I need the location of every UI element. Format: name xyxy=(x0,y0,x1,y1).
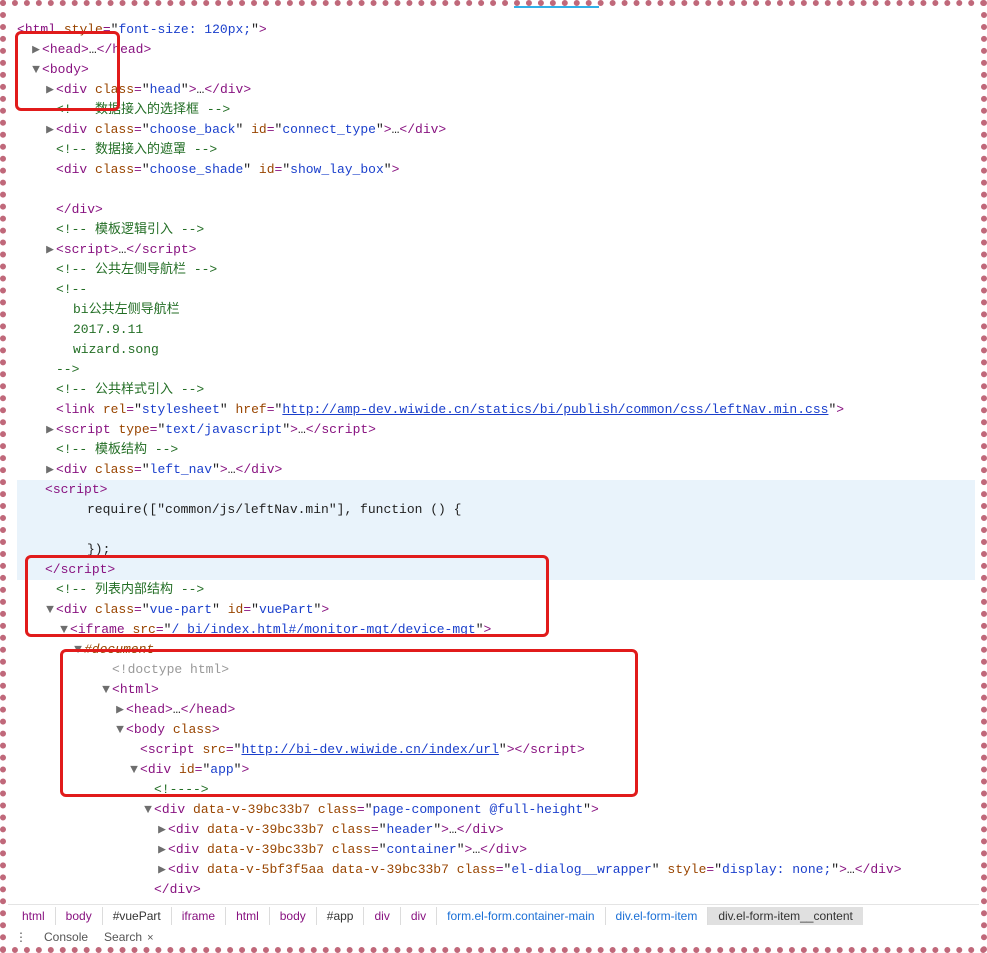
node-script-content[interactable]: require(["common/js/leftNav.min"], funct… xyxy=(17,500,975,520)
kebab-icon[interactable]: ⋮ xyxy=(14,930,28,944)
expand-icon[interactable]: ▶ xyxy=(157,840,167,860)
node-comment[interactable]: ▶<!----> xyxy=(17,780,975,800)
breadcrumb-item[interactable]: iframe xyxy=(171,907,225,925)
breadcrumb-item[interactable]: form.el-form.container-main xyxy=(436,907,604,925)
breadcrumb-item[interactable]: div.el-form-item xyxy=(605,907,708,925)
node-comment-line[interactable]: bi公共左侧导航栏 xyxy=(17,300,975,320)
blank-line xyxy=(17,180,975,200)
node-div-app[interactable]: ▼<div id="app"> xyxy=(17,760,975,780)
collapse-icon[interactable]: ▼ xyxy=(45,600,55,620)
href-link[interactable]: http://amp-dev.wiwide.cn/statics/bi/publ… xyxy=(282,402,828,417)
elements-tree[interactable]: <html style="font-size: 120px;"> ▶<head>… xyxy=(17,20,975,901)
node-div-left-nav[interactable]: ▶<div class="left_nav">…</div> xyxy=(17,460,975,480)
node-div-choose-back[interactable]: ▶<div class="choose_back" id="connect_ty… xyxy=(17,120,975,140)
node-comment-open[interactable]: ▶<!-- xyxy=(17,280,975,300)
node-div-choose-shade-open[interactable]: ▶<div class="choose_shade" id="show_lay_… xyxy=(17,160,975,180)
node-script-close[interactable]: </script> xyxy=(17,560,975,580)
breadcrumb-item[interactable]: html xyxy=(12,907,55,925)
node-script-open[interactable]: <script> xyxy=(17,480,975,500)
node-doctype[interactable]: ▶<!doctype html> xyxy=(17,660,975,680)
breadcrumb-item[interactable]: div.el-form-item__content xyxy=(707,907,863,925)
node-div-head[interactable]: ▶<div class="head">…</div> xyxy=(17,80,975,100)
node-comment[interactable]: ▶<!-- 公共样式引入 --> xyxy=(17,380,975,400)
breadcrumb-item[interactable]: div xyxy=(400,907,436,925)
node-div-vue-part[interactable]: ▼<div class="vue-part" id="vuePart"> xyxy=(17,600,975,620)
node-script-content[interactable]: }); xyxy=(17,540,975,560)
node-div-dialog[interactable]: ▶<div data-v-5bf3f5aa data-v-39bc33b7 cl… xyxy=(17,860,975,880)
node-comment[interactable]: ▶<!-- 模板结构 --> xyxy=(17,440,975,460)
node-document[interactable]: ▼#document xyxy=(17,640,975,660)
node-iframe[interactable]: ▼<iframe src="/_bi/index.html#/monitor-m… xyxy=(17,620,975,640)
node-div-page-component[interactable]: ▼<div data-v-39bc33b7 class="page-compon… xyxy=(17,800,975,820)
expand-icon[interactable]: ▶ xyxy=(45,460,55,480)
expand-icon[interactable]: ▶ xyxy=(115,700,125,720)
expand-icon[interactable]: ▶ xyxy=(45,240,55,260)
node-script[interactable]: ▶<script type="text/javascript">…</scrip… xyxy=(17,420,975,440)
breadcrumb-item[interactable]: html xyxy=(225,907,269,925)
script-src-link[interactable]: http://bi-dev.wiwide.cn/index/url xyxy=(241,742,498,757)
node-link[interactable]: ▶<link rel="stylesheet" href="http://amp… xyxy=(17,400,975,420)
breadcrumb-item[interactable]: #app xyxy=(316,907,364,925)
expand-icon[interactable]: ▶ xyxy=(45,420,55,440)
node-comment-line[interactable]: 2017.9.11 xyxy=(17,320,975,340)
node-body[interactable]: ▼<body> xyxy=(17,60,975,80)
expand-icon[interactable]: ▶ xyxy=(157,860,167,880)
expand-icon[interactable]: ▶ xyxy=(45,120,55,140)
node-comment-line[interactable]: wizard.song xyxy=(17,340,975,360)
node-div-container[interactable]: ▶<div data-v-39bc33b7 class="container">… xyxy=(17,840,975,860)
drawer-tabs: ⋮ Console Search × xyxy=(8,926,979,947)
expand-icon[interactable]: ▶ xyxy=(45,80,55,100)
node-html[interactable]: <html style="font-size: 120px;"> xyxy=(17,20,975,40)
node-comment-close[interactable]: ▶--> xyxy=(17,360,975,380)
node-script[interactable]: ▶<script>…</script> xyxy=(17,240,975,260)
node-comment[interactable]: ▶<!-- 模板逻辑引入 --> xyxy=(17,220,975,240)
node-div-close[interactable]: ▶</div> xyxy=(17,880,975,900)
node-div-choose-shade-close[interactable]: ▶</div> xyxy=(17,200,975,220)
breadcrumb-item[interactable]: body xyxy=(55,907,102,925)
node-inner-body[interactable]: ▼<body class> xyxy=(17,720,975,740)
node-comment[interactable]: ▶<!-- 公共左侧导航栏 --> xyxy=(17,260,975,280)
breadcrumb-item[interactable]: #vuePart xyxy=(102,907,171,925)
collapse-icon[interactable]: ▼ xyxy=(115,720,125,740)
node-head[interactable]: ▶<head>…</head> xyxy=(17,40,975,60)
expand-icon[interactable]: ▶ xyxy=(31,40,41,60)
node-comment[interactable]: ▶<!-- 列表内部结构 --> xyxy=(17,580,975,600)
breadcrumb: htmlbody#vuePartiframehtmlbody#appdivdiv… xyxy=(8,904,979,926)
tab-search[interactable]: Search × xyxy=(104,930,154,944)
expand-icon[interactable]: ▶ xyxy=(157,820,167,840)
node-div-close[interactable]: ▶</div> xyxy=(17,900,975,901)
node-comment[interactable]: ▶<!-- 数据接入的遮罩 --> xyxy=(17,140,975,160)
iframe-src-link[interactable]: /_bi/index.html#/monitor-mgt/device-mgt xyxy=(171,622,475,637)
breadcrumb-item[interactable]: div xyxy=(363,907,399,925)
collapse-icon[interactable]: ▼ xyxy=(59,620,69,640)
collapse-icon[interactable]: ▼ xyxy=(73,640,83,660)
close-icon[interactable]: × xyxy=(144,932,153,944)
node-comment[interactable]: ▶<!-- 数据接入的选择框 --> xyxy=(17,100,975,120)
blank-line xyxy=(17,520,975,540)
active-tab-indicator xyxy=(514,6,599,8)
node-inner-head[interactable]: ▶<head>…</head> xyxy=(17,700,975,720)
breadcrumb-item[interactable]: body xyxy=(269,907,316,925)
collapse-icon[interactable]: ▼ xyxy=(101,680,111,700)
collapse-icon[interactable]: ▼ xyxy=(31,60,41,80)
node-div-header[interactable]: ▶<div data-v-39bc33b7 class="header">…</… xyxy=(17,820,975,840)
node-inner-script[interactable]: ▶<script src="http://bi-dev.wiwide.cn/in… xyxy=(17,740,975,760)
collapse-icon[interactable]: ▼ xyxy=(129,760,139,780)
node-inner-html[interactable]: ▼<html> xyxy=(17,680,975,700)
tab-console[interactable]: Console xyxy=(44,930,88,944)
collapse-icon[interactable]: ▼ xyxy=(143,800,153,820)
